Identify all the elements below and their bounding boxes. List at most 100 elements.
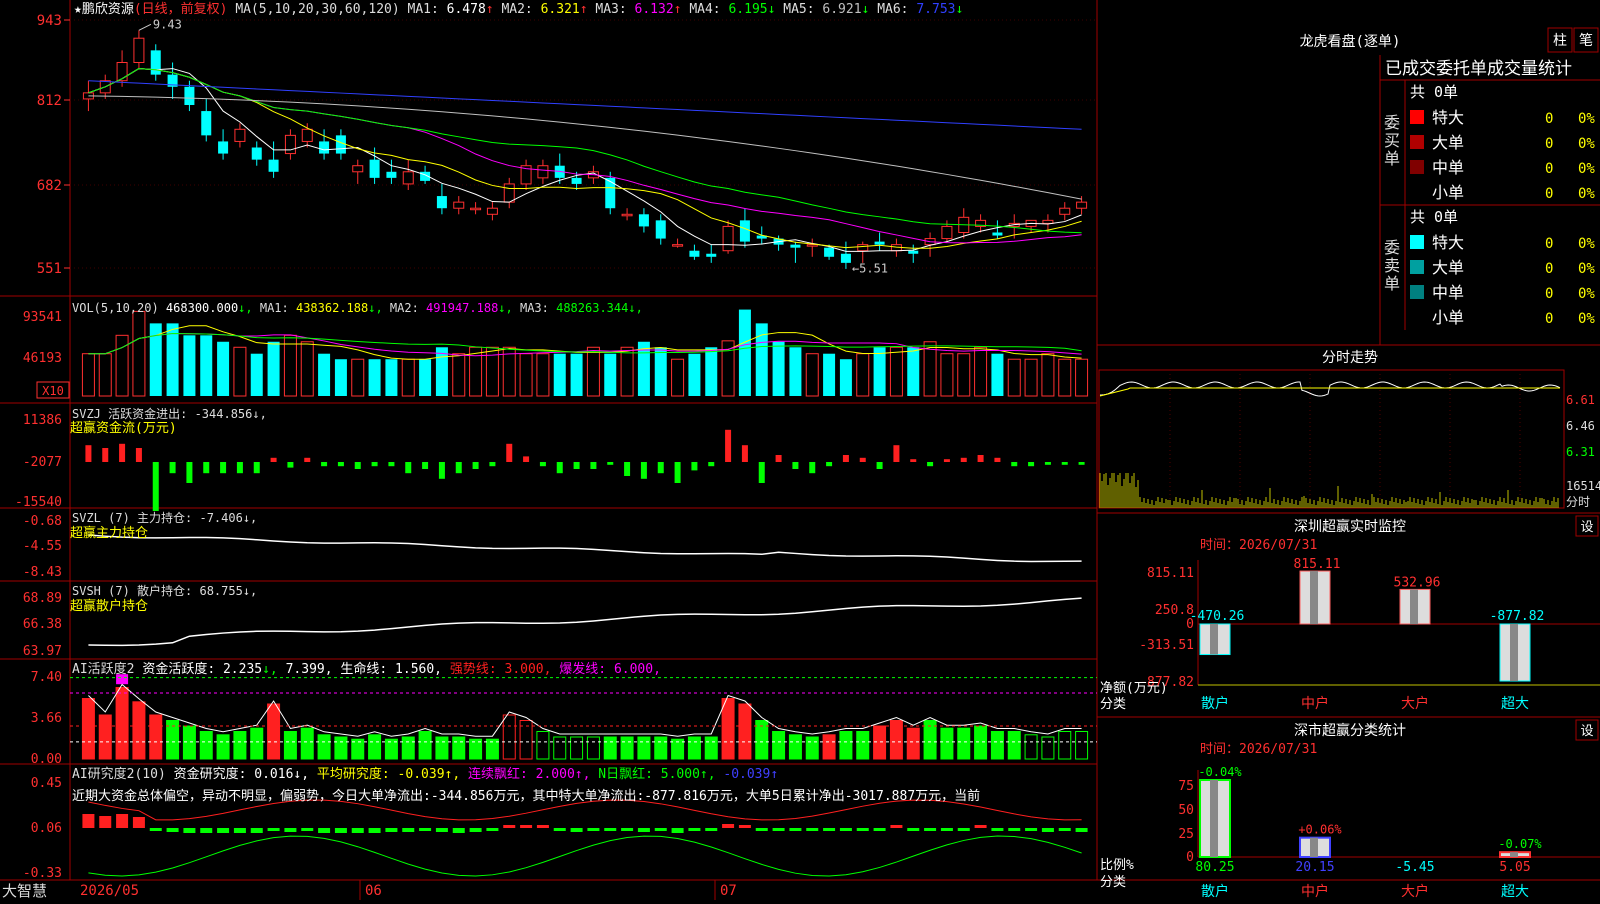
sell-row-count: 0 [1545,236,1553,252]
research-bar [940,828,953,831]
intraday-price-line [1099,381,1561,397]
research-bar [233,828,246,833]
research-bar [553,828,566,831]
label-span: MA5: [783,2,822,17]
ma-line-120 [88,80,1082,130]
buy-swatch [1410,110,1424,124]
candle-down [638,214,649,227]
buy-row-pct: 0% [1578,136,1595,152]
label-span: 7.753 [916,2,955,17]
volume-bar [873,347,886,396]
label-span: 491947.188 [426,301,498,315]
label-span: 活跃资金进出: -344.856↓, [108,406,267,421]
candle-down [571,177,582,184]
flow-bar [775,455,782,462]
research-bar [503,825,516,828]
candle-up [857,244,869,252]
research-bar [671,828,684,833]
volume-bar [98,353,112,397]
active-bar [418,731,432,760]
volume-bar [991,353,1004,396]
flow-bar [523,456,530,462]
candle-down [992,232,1003,236]
research-bar [183,828,196,833]
label-span: MA4: [689,2,728,17]
monitor-tick: 250.8 [1155,603,1194,618]
label-span: MA1: [260,301,296,315]
label-span: 爆发线: 6.000, [559,661,661,677]
candle-down [824,247,835,257]
classify-category: 散户 [1201,883,1229,900]
sell-row-name: 小单 [1432,308,1464,327]
svzl-line [88,534,1082,563]
volume-bar [200,335,213,396]
research-bar [116,814,129,828]
svzl-title: SVZL (7) 主力持仓: -7.406↓, [72,510,257,525]
label-span: 主力持仓: -7.406↓, [137,510,257,525]
candle-up [234,128,246,142]
active-bar [1075,731,1089,760]
active-bar [401,736,415,760]
volume-bar [604,353,617,396]
active-bar [283,731,297,760]
flow-bar [119,443,126,462]
research-bar [688,828,701,831]
ai-active-tick: 0.00 [31,752,62,767]
classify-value: 5.05 [1499,860,1530,875]
volume-bar [401,358,415,397]
intraday-tick: 16514 [1566,479,1600,493]
label-span: 468300.000 [166,301,238,315]
dragon-title: 龙虎看盘(逐单) [1300,33,1401,50]
flow-bar [1061,462,1068,465]
research-bar [873,828,886,831]
label-span: MA(5,10,20,30,60,120) [228,2,408,17]
price-tick: 943 [37,13,62,29]
volume-bar [300,341,314,397]
volume-bar [1024,358,1038,397]
brand-label: 大智慧 [2,882,47,900]
volume-bar [419,359,432,396]
classify-tick: 25 [1178,827,1194,842]
candle-down [790,244,801,248]
research-bar [722,824,735,828]
candle-up [621,213,633,217]
buy-row-name: 小单 [1432,183,1464,202]
volume-bar [738,309,751,396]
monitor-bar-shade [1310,571,1318,624]
flow-bar [388,462,395,467]
active-bar [81,698,95,760]
volume-bar [789,347,802,396]
research-bar [823,828,836,831]
flow-bar [405,462,412,474]
buy-row-count: 0 [1545,136,1553,152]
flow-bar [758,462,765,483]
classify-delta: -0.07% [1498,837,1542,851]
volume-axis: 93541 46193 X10 [23,310,70,399]
candle-up [133,37,145,64]
sz-classify-title: 深市超赢分类统计 [1294,722,1406,739]
research-bar [368,828,381,833]
flow-bar [354,462,361,469]
research-bar [267,828,280,831]
flow-bar [1011,462,1018,467]
sell-row-name: 大单 [1432,258,1464,277]
monitor-value: 532.96 [1394,575,1441,590]
label-span: 生命线: 1.560, [340,661,449,677]
candle-down [436,196,447,209]
volume-bar [671,358,685,397]
research-bar [654,828,667,831]
flow-bar [506,443,513,462]
label-span: MA2: [501,2,540,17]
flow-bar [590,462,597,469]
label-span: ↓, [238,301,260,315]
flow-bar [573,462,580,469]
flow-bar [337,462,344,467]
flow-bar [657,462,664,474]
price-tick: 812 [37,93,62,109]
svzj-tick: 11386 [23,413,62,428]
label-span: ↓ [955,2,963,17]
svzl-subtitle: 超赢主力持仓 [70,525,148,541]
flow-bar [876,462,883,469]
classify-category: 大户 [1401,883,1429,900]
label-span: 6.132 [635,2,674,17]
